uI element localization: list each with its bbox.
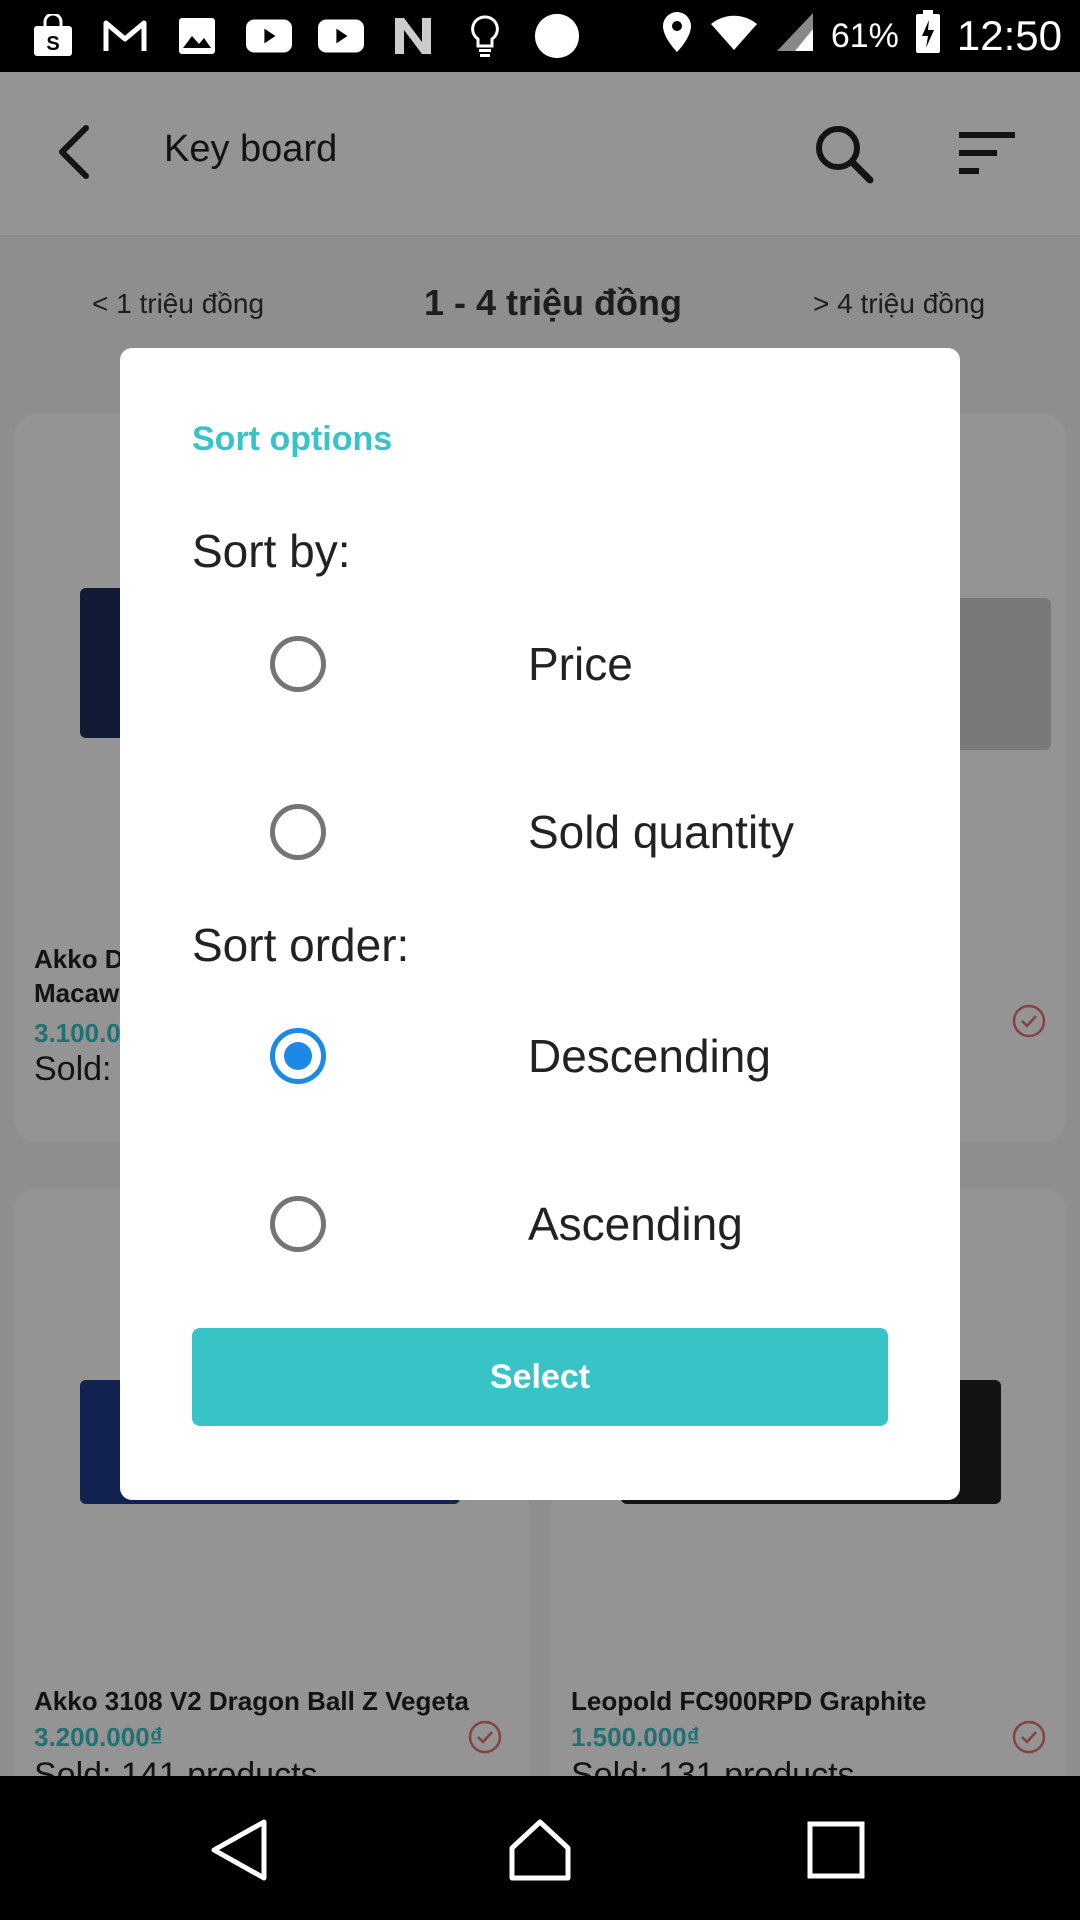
radio-label: Price xyxy=(528,638,633,690)
radio-button-selected[interactable] xyxy=(270,1028,326,1084)
lightbulb-icon xyxy=(462,14,508,58)
select-button[interactable]: Select xyxy=(192,1328,888,1426)
youtube-icon xyxy=(318,14,364,58)
n-logo-icon xyxy=(390,14,436,58)
status-bar: S 61% 12:50 xyxy=(0,0,1080,72)
sort-options-dialog: Sort options Sort by: Price Sold quantit… xyxy=(120,348,960,1500)
radio-button[interactable] xyxy=(270,1196,326,1252)
circle-icon xyxy=(534,13,580,59)
sort-by-price-option[interactable]: Price xyxy=(270,624,633,704)
radio-label: Ascending xyxy=(528,1198,743,1250)
radio-button[interactable] xyxy=(270,804,326,860)
navigation-bar xyxy=(0,1776,1080,1920)
radio-label: Sold quantity xyxy=(528,806,794,858)
youtube-icon xyxy=(246,14,292,58)
dialog-title: Sort options xyxy=(192,420,393,458)
svg-text:S: S xyxy=(46,33,59,55)
radio-label: Descending xyxy=(528,1030,771,1082)
location-icon xyxy=(661,10,693,63)
battery-icon xyxy=(915,9,941,63)
wifi-icon xyxy=(709,12,759,61)
sort-order-descending-option[interactable]: Descending xyxy=(270,1016,771,1096)
signal-icon xyxy=(775,11,815,62)
battery-percent: 61% xyxy=(830,16,899,55)
home-nav-icon[interactable] xyxy=(508,1818,572,1882)
sort-order-ascending-option[interactable]: Ascending xyxy=(270,1184,743,1264)
sort-order-label: Sort order: xyxy=(192,919,410,971)
back-nav-icon[interactable] xyxy=(208,1818,272,1882)
sort-by-sold-quantity-option[interactable]: Sold quantity xyxy=(270,792,794,872)
radio-button[interactable] xyxy=(270,636,326,692)
recents-nav-icon[interactable] xyxy=(804,1818,868,1882)
shopping-bag-icon: S xyxy=(30,14,76,58)
gmail-icon xyxy=(102,14,148,58)
image-icon xyxy=(174,14,220,58)
clock: 12:50 xyxy=(956,12,1062,59)
sort-by-label: Sort by: xyxy=(192,525,351,577)
